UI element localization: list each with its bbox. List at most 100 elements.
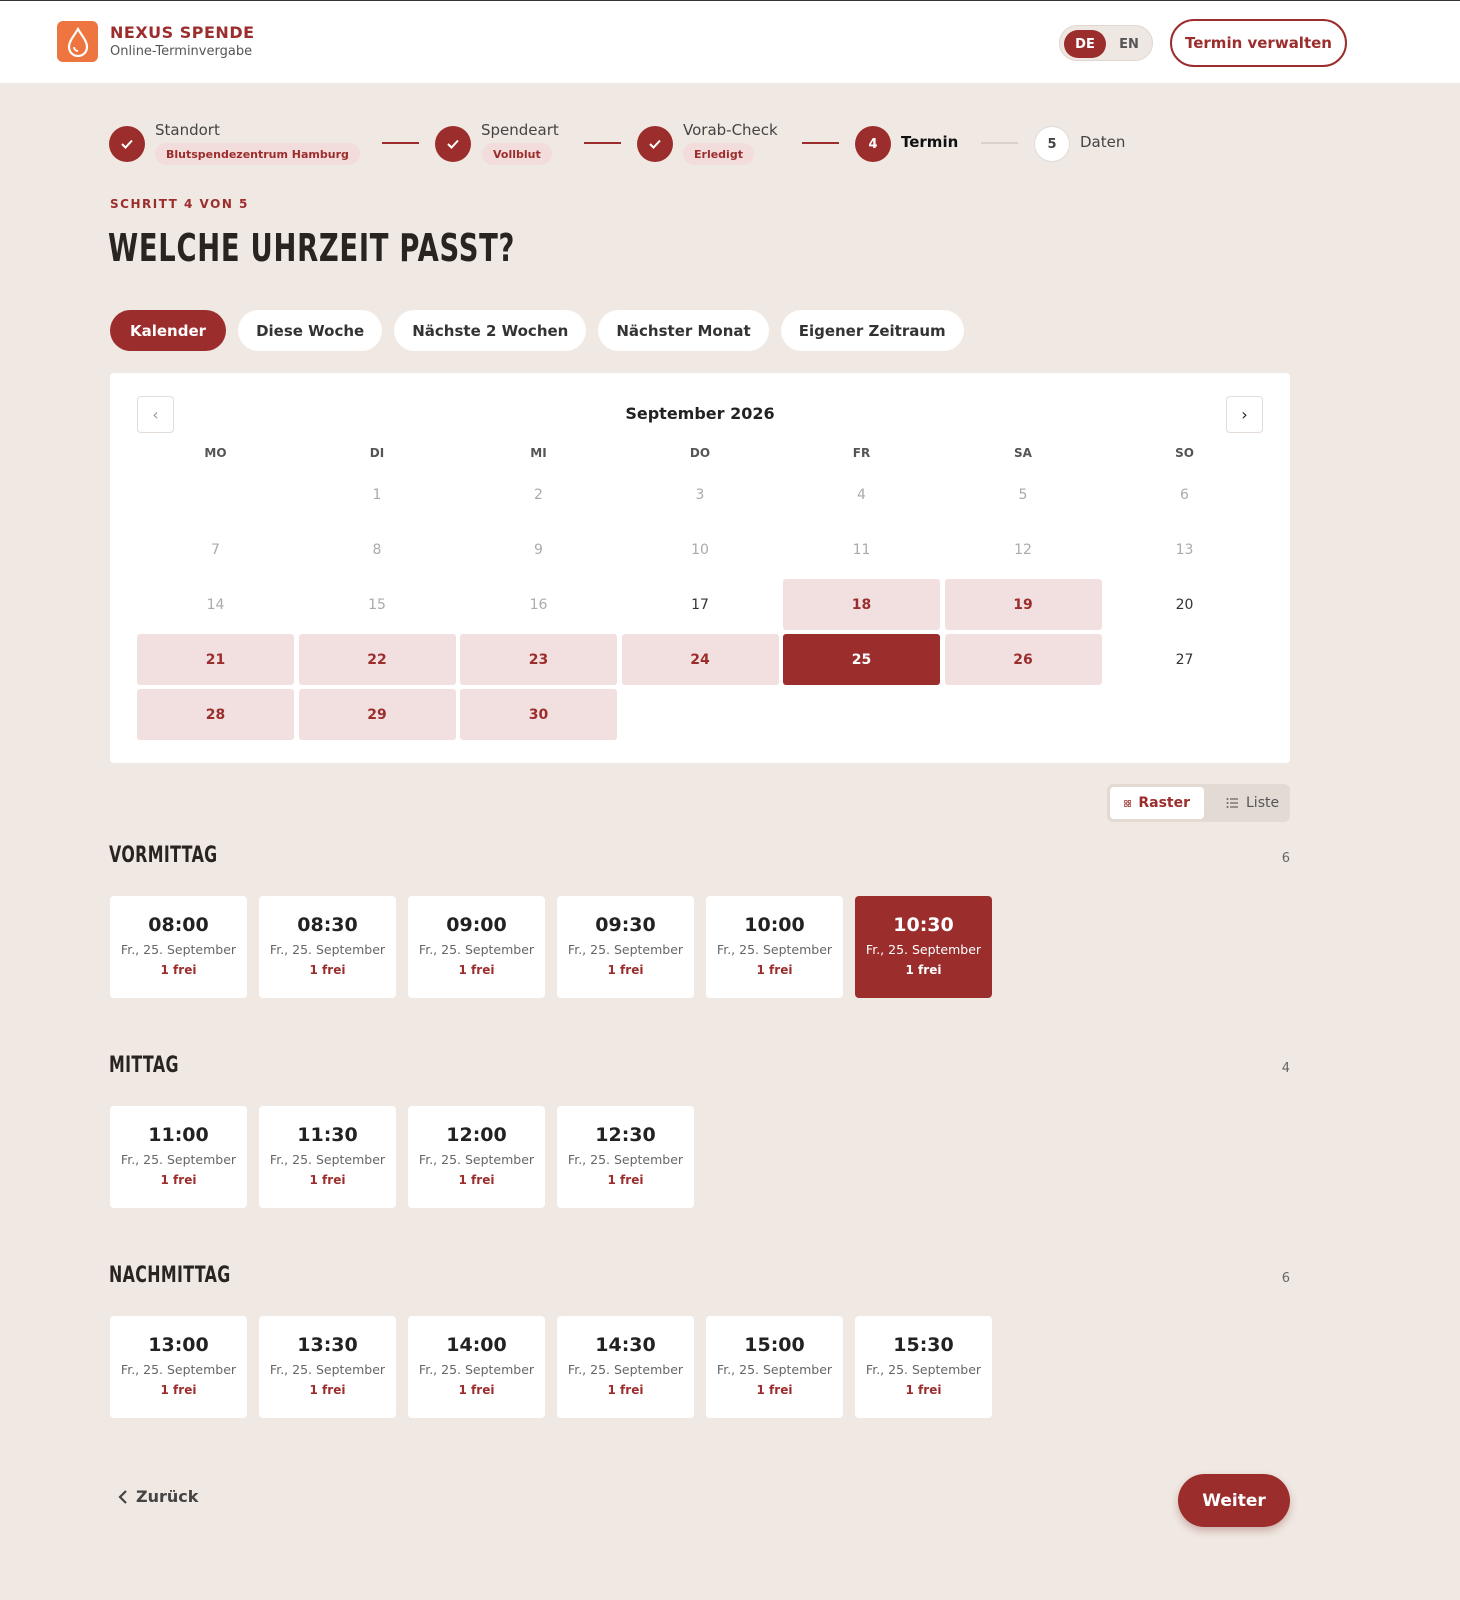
chevron-right-icon[interactable]: › bbox=[1226, 396, 1263, 433]
slot-time: 14:30 bbox=[595, 1334, 656, 1356]
calendar-day[interactable]: 28 bbox=[137, 689, 294, 740]
calendar-day[interactable]: 25 bbox=[783, 634, 940, 685]
grid-icon bbox=[1124, 799, 1132, 807]
slot-date: Fr., 25. September bbox=[567, 1362, 684, 1377]
list-view-label: Liste bbox=[1246, 795, 1280, 811]
time-slot-card[interactable]: 13:30 Fr., 25. September 1 frei bbox=[259, 1316, 396, 1418]
slot-availability: 1 frei bbox=[160, 1383, 197, 1397]
step-2-check-icon bbox=[435, 126, 471, 162]
weekday-header: MI bbox=[530, 445, 547, 460]
tab-naechster-monat[interactable]: Nächster Monat bbox=[598, 310, 769, 351]
lang-de-button[interactable]: DE bbox=[1064, 30, 1106, 58]
calendar-day: 3 bbox=[695, 486, 705, 503]
tab-kalender[interactable]: Kalender bbox=[110, 310, 227, 351]
weekday-header: SO bbox=[1175, 445, 1194, 460]
step-5-number: 5 bbox=[1034, 126, 1070, 162]
time-slot-card[interactable]: 12:30 Fr., 25. September 1 frei bbox=[557, 1106, 694, 1208]
calendar-empty-cell bbox=[137, 469, 294, 520]
time-slot-card[interactable]: 12:00 Fr., 25. September 1 frei bbox=[408, 1106, 545, 1208]
step-3-label: Vorab-Check bbox=[683, 121, 778, 139]
slot-availability: 1 frei bbox=[160, 963, 197, 977]
language-switch: DE EN bbox=[1059, 25, 1153, 61]
calendar-day: 10 bbox=[691, 541, 709, 558]
list-view-button[interactable]: Liste bbox=[1212, 787, 1293, 819]
time-slot-card[interactable]: 13:00 Fr., 25. September 1 frei bbox=[110, 1316, 247, 1418]
time-slot-card[interactable]: 11:00 Fr., 25. September 1 frei bbox=[110, 1106, 247, 1208]
view-toggle: Raster Liste bbox=[1107, 784, 1290, 822]
slot-time: 08:30 bbox=[297, 914, 358, 936]
list-icon bbox=[1226, 798, 1238, 808]
slot-availability: 1 frei bbox=[607, 963, 644, 977]
calendar-day: 11 bbox=[852, 541, 871, 558]
slot-time: 11:00 bbox=[148, 1124, 209, 1146]
calendar-day[interactable]: 19 bbox=[944, 579, 1102, 630]
time-slot-card[interactable]: 14:30 Fr., 25. September 1 frei bbox=[557, 1316, 694, 1418]
section-count-vormittag: 6 bbox=[1281, 851, 1290, 866]
slot-availability: 1 frei bbox=[905, 963, 942, 977]
calendar-day: 9 bbox=[534, 541, 543, 558]
step-connector bbox=[802, 142, 839, 144]
weekday-header: MO bbox=[204, 445, 227, 460]
calendar-month-label: September 2026 bbox=[625, 404, 775, 423]
time-slot-card[interactable]: 09:00 Fr., 25. September 1 frei bbox=[408, 896, 545, 998]
time-slot-card[interactable]: 14:00 Fr., 25. September 1 frei bbox=[408, 1316, 545, 1418]
slot-availability: 1 frei bbox=[309, 963, 346, 977]
calendar-day[interactable]: 21 bbox=[137, 634, 294, 685]
slot-date: Fr., 25. September bbox=[269, 942, 386, 957]
slot-date: Fr., 25. September bbox=[418, 1362, 535, 1377]
tab-eigener-zeitraum[interactable]: Eigener Zeitraum bbox=[780, 310, 964, 351]
calendar-day[interactable]: 24 bbox=[621, 634, 779, 685]
time-slot-card[interactable]: 08:30 Fr., 25. September 1 frei bbox=[259, 896, 396, 998]
step-2-chip: Vollblut bbox=[482, 143, 552, 165]
calendar-day: 15 bbox=[368, 596, 386, 613]
page-title: WELCHE UHRZEIT PASST? bbox=[108, 226, 516, 270]
blood-drop-icon bbox=[57, 21, 98, 62]
section-title-mittag: MITTAG bbox=[109, 1053, 179, 1078]
calendar-day[interactable]: 23 bbox=[460, 634, 617, 685]
brand-name: NEXUS SPENDE bbox=[110, 23, 255, 42]
calendar-day: 12 bbox=[1014, 541, 1032, 558]
time-slot-card[interactable]: 15:00 Fr., 25. September 1 frei bbox=[706, 1316, 843, 1418]
calendar-day: 17 bbox=[691, 596, 709, 613]
section-count-nachmittag: 6 bbox=[1281, 1271, 1290, 1286]
step-3-chip: Erledigt bbox=[683, 143, 754, 165]
slot-availability: 1 frei bbox=[458, 1383, 495, 1397]
slot-date: Fr., 25. September bbox=[269, 1362, 386, 1377]
weekday-header: DI bbox=[369, 445, 385, 460]
calendar-day[interactable]: 30 bbox=[460, 689, 617, 740]
tab-naechste-2-wochen[interactable]: Nächste 2 Wochen bbox=[394, 310, 587, 351]
slot-availability: 1 frei bbox=[309, 1383, 346, 1397]
time-slot-card[interactable]: 10:00 Fr., 25. September 1 frei bbox=[706, 896, 843, 998]
brand-subtitle: Online-Terminvergabe bbox=[110, 44, 253, 59]
slot-time: 09:00 bbox=[446, 914, 507, 936]
calendar-day[interactable]: 22 bbox=[298, 634, 456, 685]
time-slot-card[interactable]: 10:30 Fr., 25. September 1 frei bbox=[855, 896, 992, 998]
calendar-day: 14 bbox=[206, 596, 225, 613]
section-title-nachmittag: NACHMITTAG bbox=[109, 1263, 231, 1288]
slot-time: 13:30 bbox=[297, 1334, 358, 1356]
calendar-day[interactable]: 26 bbox=[944, 634, 1102, 685]
calendar-day[interactable]: 18 bbox=[783, 579, 940, 630]
slot-availability: 1 frei bbox=[160, 1173, 197, 1187]
step-1-label: Standort bbox=[155, 121, 220, 139]
slot-time: 10:00 bbox=[744, 914, 805, 936]
time-slot-card[interactable]: 15:30 Fr., 25. September 1 frei bbox=[855, 1316, 992, 1418]
step-3-check-icon bbox=[637, 126, 673, 162]
time-slot-card[interactable]: 08:00 Fr., 25. September 1 frei bbox=[110, 896, 247, 998]
next-button[interactable]: Weiter bbox=[1178, 1474, 1290, 1527]
calendar-day: 8 bbox=[372, 541, 382, 558]
lang-en-button[interactable]: EN bbox=[1108, 30, 1150, 58]
slot-availability: 1 frei bbox=[309, 1173, 346, 1187]
section-title-vormittag: VORMITTAG bbox=[109, 843, 218, 868]
tab-diese-woche[interactable]: Diese Woche bbox=[238, 310, 383, 351]
manage-appointment-button[interactable]: Termin verwalten bbox=[1170, 19, 1347, 67]
calendar-day[interactable]: 29 bbox=[298, 689, 456, 740]
time-slot-card[interactable]: 09:30 Fr., 25. September 1 frei bbox=[557, 896, 694, 998]
grid-view-button[interactable]: Raster bbox=[1110, 787, 1204, 819]
time-slot-card[interactable]: 11:30 Fr., 25. September 1 frei bbox=[259, 1106, 396, 1208]
back-button[interactable]: Zurück bbox=[118, 1487, 198, 1506]
step-4-number: 4 bbox=[855, 126, 891, 162]
slot-date: Fr., 25. September bbox=[120, 1362, 237, 1377]
slot-time: 12:00 bbox=[446, 1124, 507, 1146]
calendar-day: 1 bbox=[372, 486, 382, 503]
